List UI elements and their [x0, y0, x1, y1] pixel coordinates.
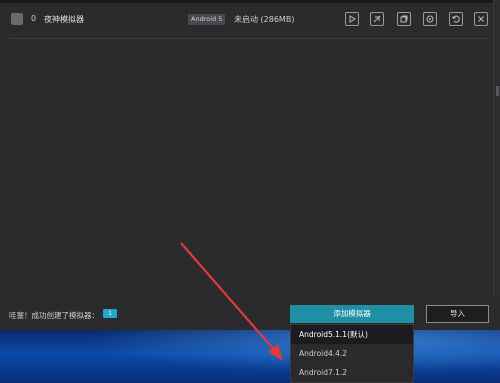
android-version-badge: Android 5: [188, 14, 226, 25]
settings-button[interactable]: [423, 12, 437, 26]
row-checkbox[interactable]: [11, 13, 23, 25]
dropdown-option-android-5-1-1[interactable]: Android5.1.1(默认): [291, 325, 413, 344]
add-emulator-button[interactable]: 添加模拟器: [290, 305, 414, 323]
restore-button[interactable]: [449, 12, 463, 26]
scrollbar-thumb[interactable]: [496, 86, 499, 96]
android-version-dropdown[interactable]: Android5.1.1(默认) Android4.4.2 Android7.1…: [290, 324, 414, 383]
import-button[interactable]: 导入: [426, 305, 489, 323]
emulator-row[interactable]: 0 夜神模拟器 Android 5 未启动 (286MB): [0, 6, 492, 34]
delete-button[interactable]: [370, 12, 384, 26]
close-button[interactable]: [474, 12, 488, 26]
emulator-name: 夜神模拟器: [44, 15, 84, 24]
dropdown-option-android-4-4-2[interactable]: Android4.4.2: [291, 344, 413, 363]
scrollbar[interactable]: [493, 0, 500, 330]
created-count-badge: 1: [103, 309, 117, 318]
row-divider: [10, 38, 490, 39]
success-message: 哇塞！成功创建了模拟器：: [9, 311, 99, 320]
clone-button[interactable]: [397, 12, 411, 26]
dropdown-option-android-7-1-2[interactable]: Android7.1.2: [291, 363, 413, 382]
desktop-background: [0, 330, 500, 383]
window-top-edge: [0, 0, 500, 3]
play-button[interactable]: [345, 12, 359, 26]
emulator-status: 未启动 (286MB): [234, 15, 295, 24]
emulator-index: 0: [31, 14, 37, 23]
